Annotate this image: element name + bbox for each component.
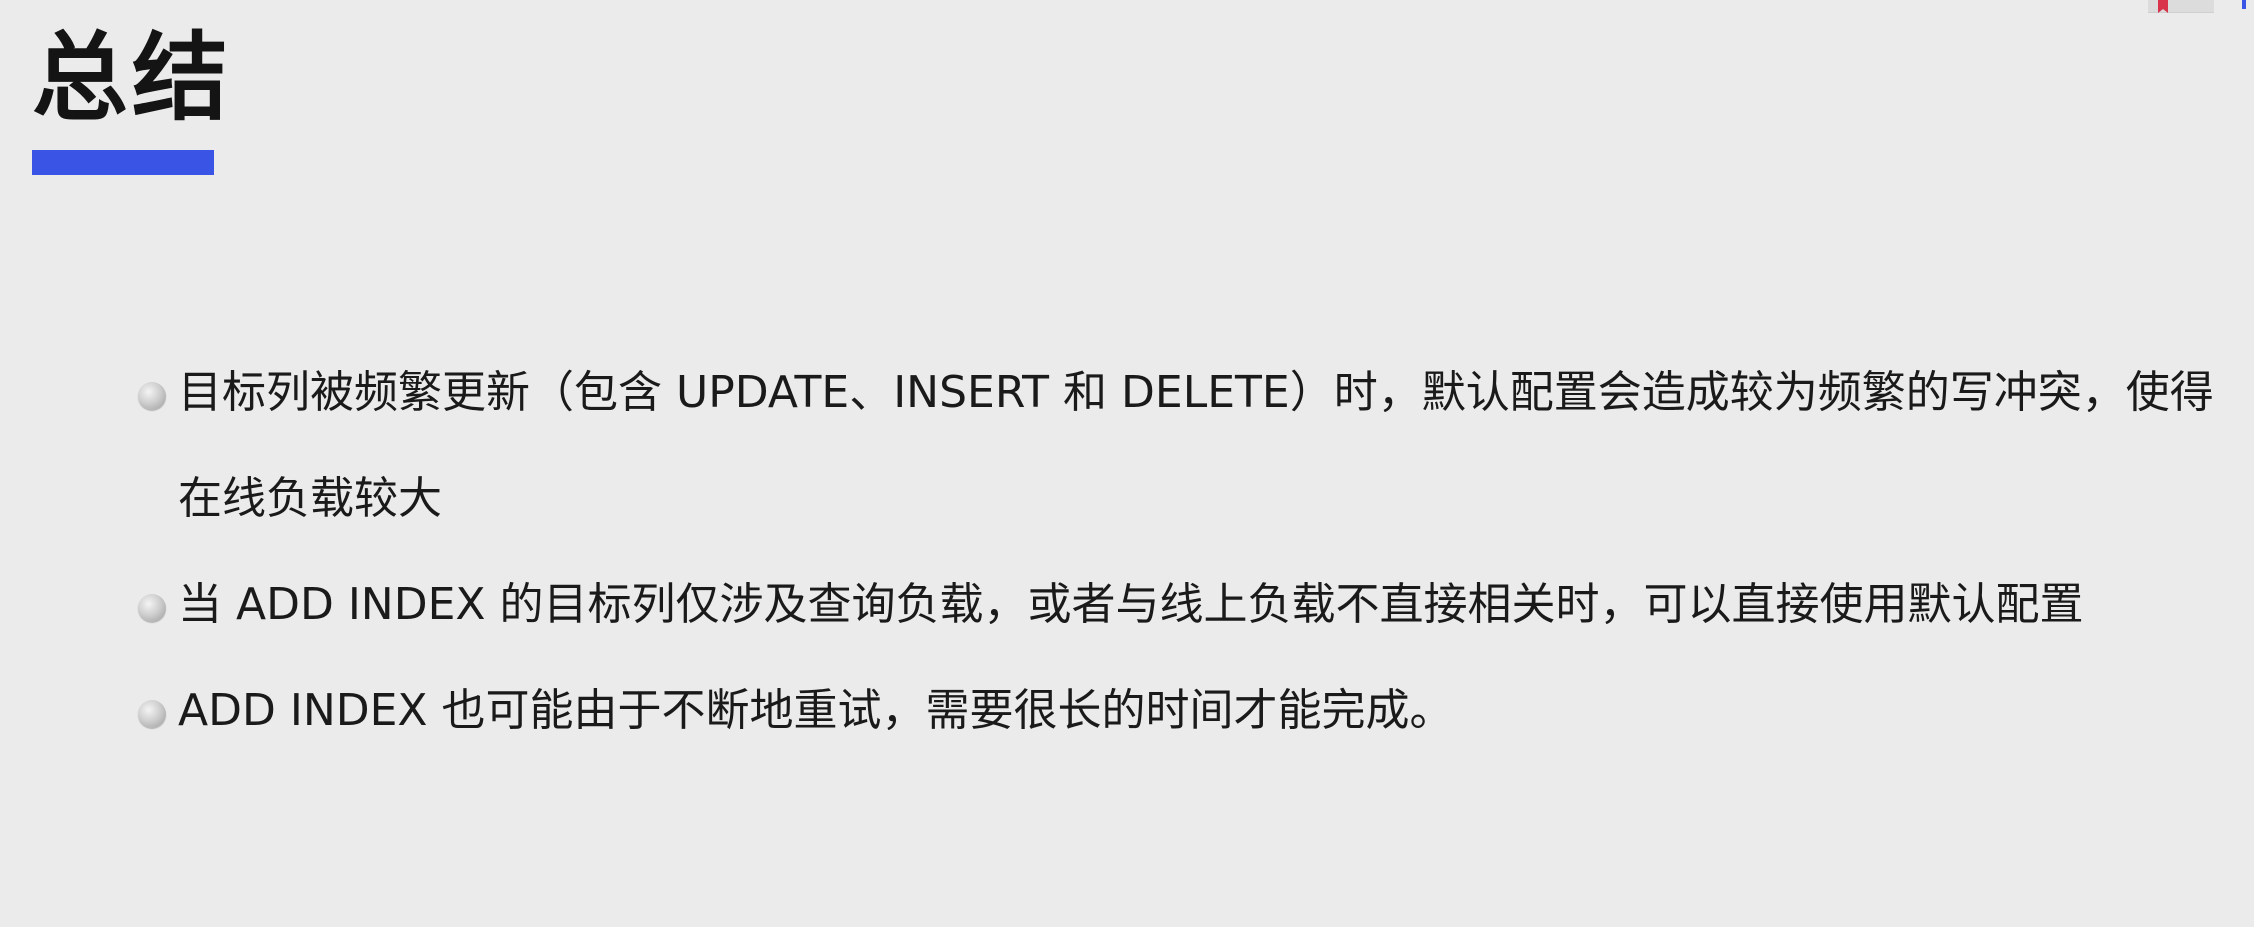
corner-edge-mark (2242, 0, 2246, 9)
bullet-item: ADD INDEX 也可能由于不断地重试，需要很长的时间才能完成。 (138, 658, 2218, 764)
summary-bullet-list: 目标列被频繁更新（包含 UPDATE、INSERT 和 DELETE）时，默认配… (138, 340, 2218, 764)
bullet-item: 目标列被频繁更新（包含 UPDATE、INSERT 和 DELETE）时，默认配… (138, 340, 2218, 552)
slide-title: 总结 (32, 22, 232, 134)
bullet-text: 当 ADD INDEX 的目标列仅涉及查询负载，或者与线上负载不直接相关时，可以… (178, 579, 2084, 630)
bullet-text: 目标列被频繁更新（包含 UPDATE、INSERT 和 DELETE）时，默认配… (178, 367, 2214, 524)
bullet-disc-icon (138, 594, 166, 622)
title-underline-bar (32, 150, 214, 175)
bookmark-icon (2158, 0, 2168, 13)
bullet-disc-icon (138, 700, 166, 728)
bullet-disc-icon (138, 382, 166, 410)
bullet-text: ADD INDEX 也可能由于不断地重试，需要很长的时间才能完成。 (178, 685, 1454, 736)
bullet-item: 当 ADD INDEX 的目标列仅涉及查询负载，或者与线上负载不直接相关时，可以… (138, 552, 2218, 658)
